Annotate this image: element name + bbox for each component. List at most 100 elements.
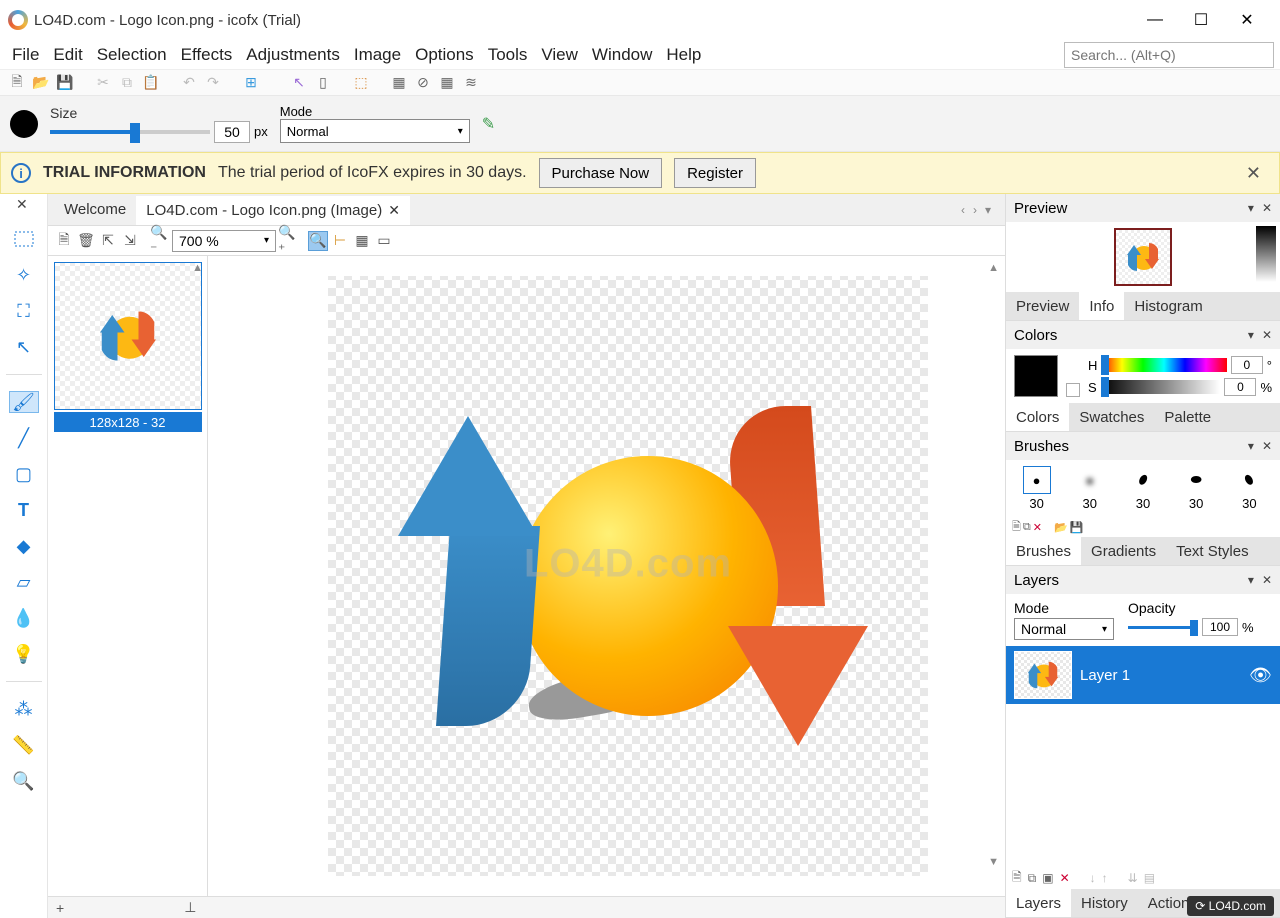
search-input[interactable]	[1064, 42, 1274, 68]
sat-slider[interactable]	[1101, 380, 1221, 394]
layer-new-icon[interactable]: 🗎	[1012, 868, 1022, 889]
menu-image[interactable]: Image	[348, 43, 407, 67]
layer-flatten-icon[interactable]: ▤	[1144, 871, 1155, 885]
menu-view[interactable]: View	[535, 43, 584, 67]
copy-icon[interactable]: ⧉	[118, 74, 136, 92]
eyedropper-tool[interactable]: ⁂	[9, 698, 39, 720]
crop-tool[interactable]: ⛶	[9, 300, 39, 322]
brush-extra-icon[interactable]: ✎	[482, 114, 495, 134]
save-icon[interactable]: 💾	[56, 74, 74, 92]
maximize-button[interactable]: ☐	[1192, 11, 1210, 29]
menu-effects[interactable]: Effects	[175, 43, 239, 67]
layer-merge-icon[interactable]: ⇊	[1128, 871, 1138, 885]
colors-tab-colors[interactable]: Colors	[1006, 403, 1069, 431]
trial-close-button[interactable]: ✕	[1238, 159, 1269, 188]
brush-preset-5[interactable]: ⬮30	[1235, 466, 1263, 511]
canvas-scroll-down-icon[interactable]: ▼	[988, 856, 999, 868]
brush-new-icon[interactable]: 🗎	[1012, 518, 1021, 537]
brushes-close-icon[interactable]: ✕	[1262, 439, 1272, 453]
menu-selection[interactable]: Selection	[91, 43, 173, 67]
brush-preset-3[interactable]: ⬮30	[1129, 466, 1157, 511]
cursor-icon[interactable]: ↖	[290, 74, 308, 92]
magnify-icon[interactable]: 🔍	[308, 231, 328, 251]
menu-adjustments[interactable]: Adjustments	[240, 43, 346, 67]
minimize-button[interactable]: —	[1146, 11, 1164, 29]
grid1-icon[interactable]: ▦	[390, 74, 408, 92]
colors-close-icon[interactable]: ✕	[1262, 328, 1272, 342]
canvas-scroll-up-icon[interactable]: ▲	[988, 262, 999, 274]
device-icon[interactable]: ▯	[314, 74, 332, 92]
opacity-slider[interactable]	[1128, 626, 1198, 629]
windows-icon[interactable]: ⊞	[242, 74, 260, 92]
size-slider[interactable]	[50, 130, 210, 134]
brush-save-icon[interactable]: 💾	[1070, 521, 1084, 534]
canvas-icon[interactable]: ▭	[374, 231, 394, 251]
rect-tool[interactable]: ▢	[9, 463, 39, 485]
size-thumb[interactable]	[54, 262, 202, 410]
tab-menu-icon[interactable]: ▾	[985, 203, 991, 217]
apple-icon[interactable]	[266, 74, 284, 92]
menu-options[interactable]: Options	[409, 43, 480, 67]
close-button[interactable]: ✕	[1238, 11, 1256, 29]
layer-del-icon[interactable]: ✕	[1060, 871, 1070, 885]
colors-tab-palette[interactable]: Palette	[1154, 403, 1221, 431]
hue-slider[interactable]	[1101, 358, 1226, 372]
import-icon[interactable]: ⇱	[98, 231, 118, 251]
new-page-icon[interactable]: 🗎	[54, 231, 74, 251]
img-icon[interactable]: ⬚	[352, 74, 370, 92]
brush-folder-icon[interactable]: 📂	[1054, 521, 1068, 534]
tab-welcome[interactable]: Welcome	[54, 194, 136, 225]
thumbcol-scroll-up-icon[interactable]: ▲	[192, 262, 203, 274]
background-color[interactable]	[1066, 383, 1080, 397]
rulers-icon[interactable]: ⊢	[330, 231, 350, 251]
zoomout-icon[interactable]: 🔍⁻	[150, 231, 170, 251]
layers-icon[interactable]: ≋	[462, 74, 480, 92]
layer-down-icon[interactable]: ↓	[1090, 871, 1096, 885]
undo-icon[interactable]: ↶	[180, 74, 198, 92]
sat-input[interactable]	[1224, 378, 1256, 396]
mode-select[interactable]: Normal▾	[280, 119, 470, 143]
grid2-icon[interactable]: ⊘	[414, 74, 432, 92]
zoomin-icon[interactable]: 🔍⁺	[278, 231, 298, 251]
layer-visibility-icon[interactable]: 👁	[1249, 665, 1272, 686]
zoom-combo[interactable]: 700 %▾	[172, 230, 276, 252]
menu-help[interactable]: Help	[660, 43, 707, 67]
tab-document[interactable]: LO4D.com - Logo Icon.png (Image) ✕	[136, 194, 410, 225]
grid3-icon[interactable]: ▦	[438, 74, 456, 92]
delete-page-icon[interactable]: 🗑	[76, 231, 96, 251]
foreground-color[interactable]	[1014, 355, 1058, 397]
brushes-tab-gradients[interactable]: Gradients	[1081, 537, 1166, 565]
register-button[interactable]: Register	[674, 158, 756, 188]
tab-close-icon[interactable]: ✕	[388, 202, 400, 219]
brush-preset-1[interactable]: ●30	[1023, 466, 1051, 511]
menu-file[interactable]: File	[6, 43, 45, 67]
light-tool[interactable]: 💡	[9, 643, 39, 665]
blur-tool[interactable]: 💧	[9, 607, 39, 629]
brush-preset-2[interactable]: ●30	[1076, 466, 1104, 511]
brush-tool[interactable]: 🖌	[9, 391, 39, 413]
colors-collapse-icon[interactable]: ▾	[1248, 328, 1254, 342]
paste-icon[interactable]: 📋	[142, 74, 160, 92]
status-plus[interactable]: +	[56, 900, 64, 916]
brush-color-preview[interactable]	[10, 110, 38, 138]
tab-next-icon[interactable]: ›	[973, 203, 977, 217]
layer-dup-icon[interactable]: ⧉	[1028, 871, 1037, 886]
tab-prev-icon[interactable]: ‹	[961, 203, 965, 217]
move-tool[interactable]: ↖	[9, 336, 39, 358]
cut-icon[interactable]: ✂	[94, 74, 112, 92]
brush-dup-icon[interactable]: ⧉	[1023, 521, 1031, 534]
size-input[interactable]	[214, 121, 250, 143]
toolbox-close-icon[interactable]: ✕	[16, 196, 28, 213]
layer-group-icon[interactable]: ▣	[1042, 871, 1053, 885]
layers-collapse-icon[interactable]: ▾	[1248, 573, 1254, 587]
menu-window[interactable]: Window	[586, 43, 658, 67]
brushes-collapse-icon[interactable]: ▾	[1248, 439, 1254, 453]
open-icon[interactable]: 📂	[32, 74, 50, 92]
menu-tools[interactable]: Tools	[482, 43, 534, 67]
zoom-tool[interactable]: 🔍	[9, 770, 39, 792]
brush-del-icon[interactable]: ✕	[1033, 521, 1042, 534]
layer-item[interactable]: Layer 1 👁	[1006, 646, 1280, 704]
preview-tab-histogram[interactable]: Histogram	[1124, 292, 1212, 320]
layers-tab-history[interactable]: History	[1071, 889, 1138, 917]
fill-tool[interactable]: ◆	[9, 535, 39, 557]
